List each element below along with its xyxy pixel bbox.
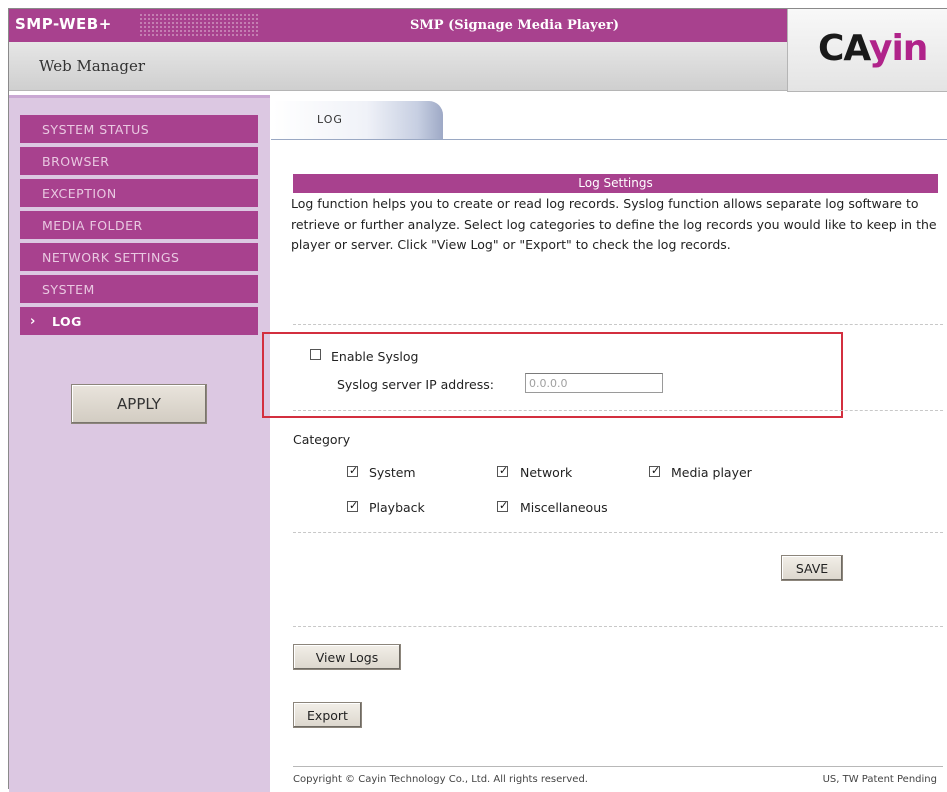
category-media-player-checkbox[interactable]: ✓ <box>649 464 661 477</box>
category-playback-label: Playback <box>369 500 425 515</box>
highlight-box <box>262 332 843 418</box>
footer-patent: US, TW Patent Pending <box>822 774 937 785</box>
product-title: SMP (Signage Media Player) <box>409 18 619 33</box>
divider <box>293 324 943 325</box>
footer-copyright: Copyright © Cayin Technology Co., Ltd. A… <box>293 774 588 785</box>
category-playback-checkbox[interactable]: ✓ <box>347 499 359 512</box>
chevron-right-icon: › <box>30 314 36 329</box>
category-miscellaneous-label: Miscellaneous <box>520 500 608 515</box>
sidebar-item-log[interactable]: › LOG <box>20 307 258 337</box>
app-window: SMP-WEB+ SMP (Signage Media Player) Web … <box>8 8 947 792</box>
header-bar: SMP-WEB+ SMP (Signage Media Player) <box>9 9 787 42</box>
check-icon: ✓ <box>499 499 509 512</box>
tab-bar: LOG <box>271 101 947 140</box>
cayin-logo: CAyin <box>818 28 928 69</box>
check-icon: ✓ <box>349 464 359 477</box>
check-icon: ✓ <box>651 464 661 477</box>
sidebar-item-exception[interactable]: EXCEPTION <box>20 179 258 209</box>
sidebar-item-network-settings[interactable]: NETWORK SETTINGS <box>20 243 258 273</box>
category-network-checkbox[interactable]: ✓ <box>497 464 509 477</box>
category-heading: Category <box>293 432 351 447</box>
sidebar: SYSTEM STATUS BROWSER EXCEPTION MEDIA FO… <box>9 95 270 792</box>
sidebar-item-browser[interactable]: BROWSER <box>20 147 258 177</box>
divider <box>293 626 943 627</box>
divider <box>293 532 943 533</box>
view-logs-button[interactable]: View Logs <box>293 644 401 670</box>
sidebar-item-system[interactable]: SYSTEM <box>20 275 258 305</box>
category-system-checkbox[interactable]: ✓ <box>347 464 359 477</box>
tab-log[interactable]: LOG <box>273 101 443 139</box>
check-icon: ✓ <box>349 499 359 512</box>
category-system-label: System <box>369 465 416 480</box>
check-icon: ✓ <box>499 464 509 477</box>
divider <box>293 410 943 411</box>
sidebar-item-system-status[interactable]: SYSTEM STATUS <box>20 115 258 145</box>
apply-button[interactable]: APPLY <box>71 384 207 424</box>
header-pattern <box>139 13 259 37</box>
export-button[interactable]: Export <box>293 702 362 728</box>
web-manager-title: Web Manager <box>39 57 145 75</box>
save-button[interactable]: SAVE <box>781 555 843 581</box>
main-content: Log Settings Log function helps you to c… <box>262 140 947 789</box>
section-title: Log Settings <box>293 174 938 193</box>
smp-web-logo: SMP-WEB+ <box>15 15 112 33</box>
category-network-label: Network <box>520 465 573 480</box>
brand-logo-box: CAyin <box>787 9 947 92</box>
category-miscellaneous-checkbox[interactable]: ✓ <box>497 499 509 512</box>
footer-divider <box>293 766 943 767</box>
category-media-player-label: Media player <box>671 465 752 480</box>
sidebar-item-media-folder[interactable]: MEDIA FOLDER <box>20 211 258 241</box>
section-description: Log function helps you to create or read… <box>291 196 937 252</box>
